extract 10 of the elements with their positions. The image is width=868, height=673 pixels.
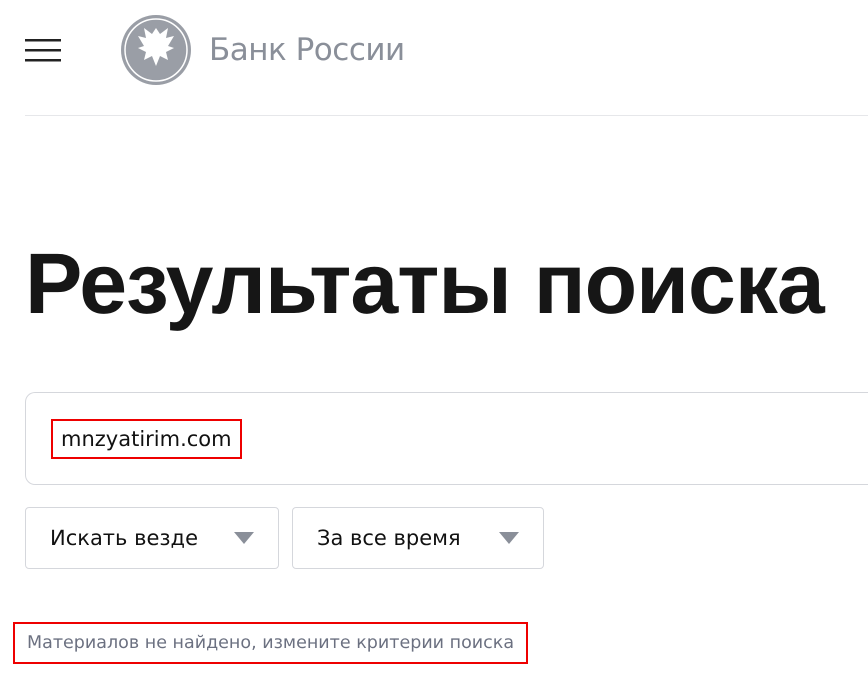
filter-dropdown[interactable]: За все время (292, 507, 544, 569)
emblem-icon[interactable] (120, 14, 192, 86)
caret-icon (234, 532, 254, 544)
page-title: Результаты поиска (25, 235, 826, 334)
caret-icon (499, 532, 519, 544)
search-value: mnzyatirim.com (53, 420, 240, 456)
search-field[interactable]: mnzyatirim.com (25, 392, 868, 485)
menu-icon[interactable] (25, 38, 61, 62)
filter-dropdown[interactable]: Искать везде (25, 507, 279, 569)
empty-message: Материалов не найдено, измените критерии поиска (15, 624, 526, 662)
